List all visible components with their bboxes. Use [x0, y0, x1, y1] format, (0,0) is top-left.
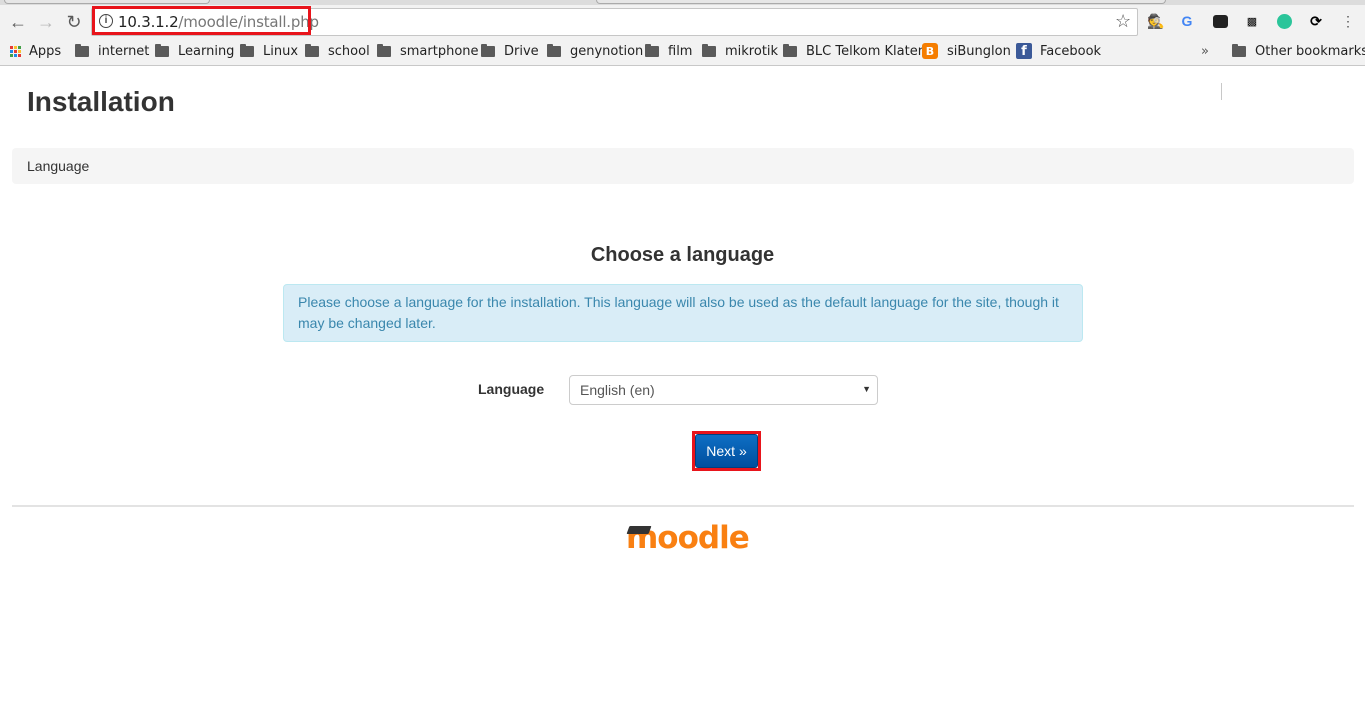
- blogger-icon: B: [922, 43, 938, 59]
- folder-icon: [377, 43, 391, 57]
- bookmark-apps[interactable]: Apps: [10, 42, 61, 60]
- google-translate-icon[interactable]: G: [1178, 12, 1196, 30]
- bookmark-school[interactable]: school: [305, 42, 370, 60]
- bookmark-label: internet: [98, 43, 150, 59]
- bookmarks-overflow-button[interactable]: »: [1201, 42, 1209, 60]
- folder-icon: [481, 43, 495, 57]
- next-button[interactable]: Next »: [695, 434, 758, 468]
- facebook-icon: f: [1016, 43, 1032, 59]
- section-heading: Choose a language: [590, 244, 775, 266]
- folder-icon: [702, 43, 716, 57]
- dropdown-caret-icon: ▼: [862, 384, 871, 394]
- bookmark-label: film: [668, 43, 693, 59]
- bookmark-internet[interactable]: internet: [75, 42, 149, 60]
- folder-icon: [1232, 43, 1246, 57]
- bookmark-genynotion[interactable]: genynotion: [547, 42, 643, 60]
- browser-chrome: ← → ↻ i 10.3.1.2/moodle/install.php ☆ 🕵 …: [0, 0, 1365, 100]
- bookmark-label: Drive: [504, 43, 539, 59]
- url-highlight-box: [92, 6, 311, 35]
- folder-icon: [305, 43, 319, 57]
- back-icon[interactable]: ←: [6, 10, 30, 34]
- bookmark-star-icon[interactable]: ☆: [1115, 11, 1131, 32]
- page-title: Installation: [27, 86, 175, 117]
- language-selected-value: English (en): [580, 382, 655, 398]
- bookmark-mikrotik[interactable]: mikrotik: [702, 42, 778, 60]
- bookmark-smartphone[interactable]: smartphone: [377, 42, 479, 60]
- bookmark-drive[interactable]: Drive: [481, 42, 539, 60]
- bookmark-label: siBunglon: [947, 43, 1011, 59]
- footer-divider: [12, 505, 1354, 507]
- breadcrumb: Language: [12, 148, 1354, 184]
- bookmark-label: Facebook: [1040, 43, 1102, 59]
- info-notice: Please choose a language for the install…: [283, 284, 1083, 342]
- bookmark-label: genynotion: [570, 43, 644, 59]
- bookmark-label: school: [328, 43, 370, 59]
- bookmark-blc-telkom-klaten[interactable]: BLC Telkom Klaten: [783, 42, 926, 60]
- bookmarks-bar: Apps internet Learning Linux school smar…: [0, 40, 1365, 100]
- folder-icon: [155, 43, 169, 57]
- bookmark-label: smartphone: [400, 43, 479, 59]
- graduation-cap-icon: [626, 526, 652, 534]
- forward-icon[interactable]: →: [34, 10, 58, 34]
- apps-grid-icon: [10, 45, 21, 57]
- tampermonkey-icon[interactable]: [1211, 12, 1229, 30]
- tab[interactable]: [596, 0, 1166, 4]
- bookmark-label: Linux: [263, 43, 299, 59]
- bookmark-learning[interactable]: Learning: [155, 42, 234, 60]
- language-select[interactable]: English (en) ▼: [569, 375, 878, 405]
- language-label: Language: [478, 381, 545, 397]
- folder-icon: [75, 43, 89, 57]
- bookmark-facebook[interactable]: f Facebook: [1016, 42, 1101, 60]
- bookmark-label: Learning: [178, 43, 235, 59]
- folder-icon: [645, 43, 659, 57]
- bookmark-label: Other bookmarks: [1255, 43, 1365, 59]
- folder-icon: [240, 43, 254, 57]
- bookmark-label: Apps: [29, 43, 62, 59]
- spy-extension-icon[interactable]: 🕵: [1147, 12, 1165, 30]
- bookmark-film[interactable]: film: [645, 42, 692, 60]
- qr-code-icon[interactable]: ▩: [1243, 12, 1261, 30]
- breadcrumb-item: Language: [27, 158, 90, 174]
- tab[interactable]: [4, 0, 210, 4]
- folder-icon: [783, 43, 797, 57]
- sync-icon[interactable]: ⟳: [1307, 12, 1325, 30]
- chat-bubble-icon[interactable]: [1275, 12, 1293, 30]
- bookmark-label: mikrotik: [725, 43, 779, 59]
- reload-icon[interactable]: ↻: [62, 10, 86, 34]
- bookmark-other-bookmarks[interactable]: Other bookmarks: [1232, 42, 1365, 60]
- folder-icon: [547, 43, 561, 57]
- page-content: Installation Language Choose a language …: [0, 67, 1365, 721]
- bookmark-sibunglon[interactable]: BsiBunglon: [922, 42, 1011, 60]
- bookmark-label: BLC Telkom Klaten: [806, 43, 926, 59]
- menu-kebab-icon[interactable]: ⋮: [1339, 12, 1357, 30]
- bookmark-linux[interactable]: Linux: [240, 42, 298, 60]
